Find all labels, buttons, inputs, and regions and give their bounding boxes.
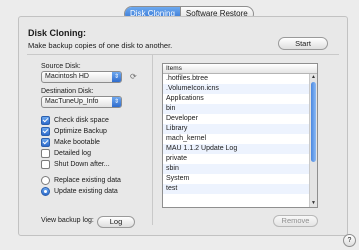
checkbox-checked-icon: [41, 138, 50, 147]
list-item[interactable]: test: [163, 184, 309, 194]
source-disk-value: Macintosh HD: [45, 73, 89, 80]
panel-description: Make backup copies of one disk to anothe…: [28, 41, 173, 50]
list-item[interactable]: Applications: [163, 94, 309, 104]
shut-down-after-checkbox[interactable]: Shut Down after...: [41, 160, 110, 169]
items-column-header[interactable]: Items: [163, 64, 317, 74]
view-backup-log-label: View backup log:: [41, 217, 94, 224]
list-item[interactable]: bin: [163, 104, 309, 114]
list-item[interactable]: .hotfiles.btree: [163, 74, 309, 84]
checkbox-unchecked-icon: [41, 160, 50, 169]
source-disk-select[interactable]: Macintosh HD ⇕: [41, 71, 122, 83]
updown-arrows-icon: ⇕: [112, 97, 121, 107]
list-item[interactable]: private: [163, 154, 309, 164]
list-item[interactable]: Developer: [163, 114, 309, 124]
refresh-icon[interactable]: ⟳: [130, 72, 137, 81]
remove-button[interactable]: Remove: [273, 215, 318, 227]
column-divider: [152, 55, 153, 225]
radio-selected-icon: [41, 187, 50, 196]
detailed-log-checkbox[interactable]: Detailed log: [41, 149, 91, 158]
list-item[interactable]: System: [163, 174, 309, 184]
list-item[interactable]: .VolumeIcon.icns: [163, 84, 309, 94]
scrollbar-thumb[interactable]: [311, 82, 316, 162]
help-button[interactable]: ?: [343, 234, 356, 247]
items-scrollbar[interactable]: ▲ ▼: [309, 74, 317, 207]
radio-unselected-icon: [41, 176, 50, 185]
source-disk-label: Source Disk:: [41, 63, 81, 70]
items-list[interactable]: Items .hotfiles.btree .VolumeIcon.icns A…: [162, 63, 318, 208]
checkbox-unchecked-icon: [41, 149, 50, 158]
header-separator: [27, 54, 339, 55]
items-rows: .hotfiles.btree .VolumeIcon.icns Applica…: [163, 74, 309, 207]
optimize-backup-checkbox[interactable]: Optimize Backup: [41, 127, 107, 136]
scroll-up-icon[interactable]: ▲: [310, 74, 317, 81]
disk-cloning-panel: Disk Cloning: Make backup copies of one …: [18, 16, 348, 236]
log-button[interactable]: Log: [97, 216, 135, 228]
updown-arrows-icon: ⇕: [112, 72, 121, 82]
make-bootable-checkbox[interactable]: Make bootable: [41, 138, 100, 147]
list-item[interactable]: MAU 1.1.2 Update Log: [163, 144, 309, 154]
destination-disk-select[interactable]: MacTuneUp_Info ⇕: [41, 96, 122, 108]
checkbox-checked-icon: [41, 116, 50, 125]
check-disk-space-checkbox[interactable]: Check disk space: [41, 116, 109, 125]
panel-title: Disk Cloning:: [28, 28, 86, 38]
list-item[interactable]: sbin: [163, 164, 309, 174]
update-existing-data-radio[interactable]: Update existing data: [41, 187, 118, 196]
checkbox-checked-icon: [41, 127, 50, 136]
scroll-down-icon[interactable]: ▼: [310, 200, 317, 207]
destination-disk-label: Destination Disk:: [41, 88, 94, 95]
list-item[interactable]: mach_kernel: [163, 134, 309, 144]
replace-existing-data-radio[interactable]: Replace existing data: [41, 176, 121, 185]
app-window: Disk Cloning Software Restore Disk Cloni…: [0, 0, 359, 250]
start-button[interactable]: Start: [278, 37, 328, 50]
destination-disk-value: MacTuneUp_Info: [45, 98, 99, 105]
list-item[interactable]: Library: [163, 124, 309, 134]
